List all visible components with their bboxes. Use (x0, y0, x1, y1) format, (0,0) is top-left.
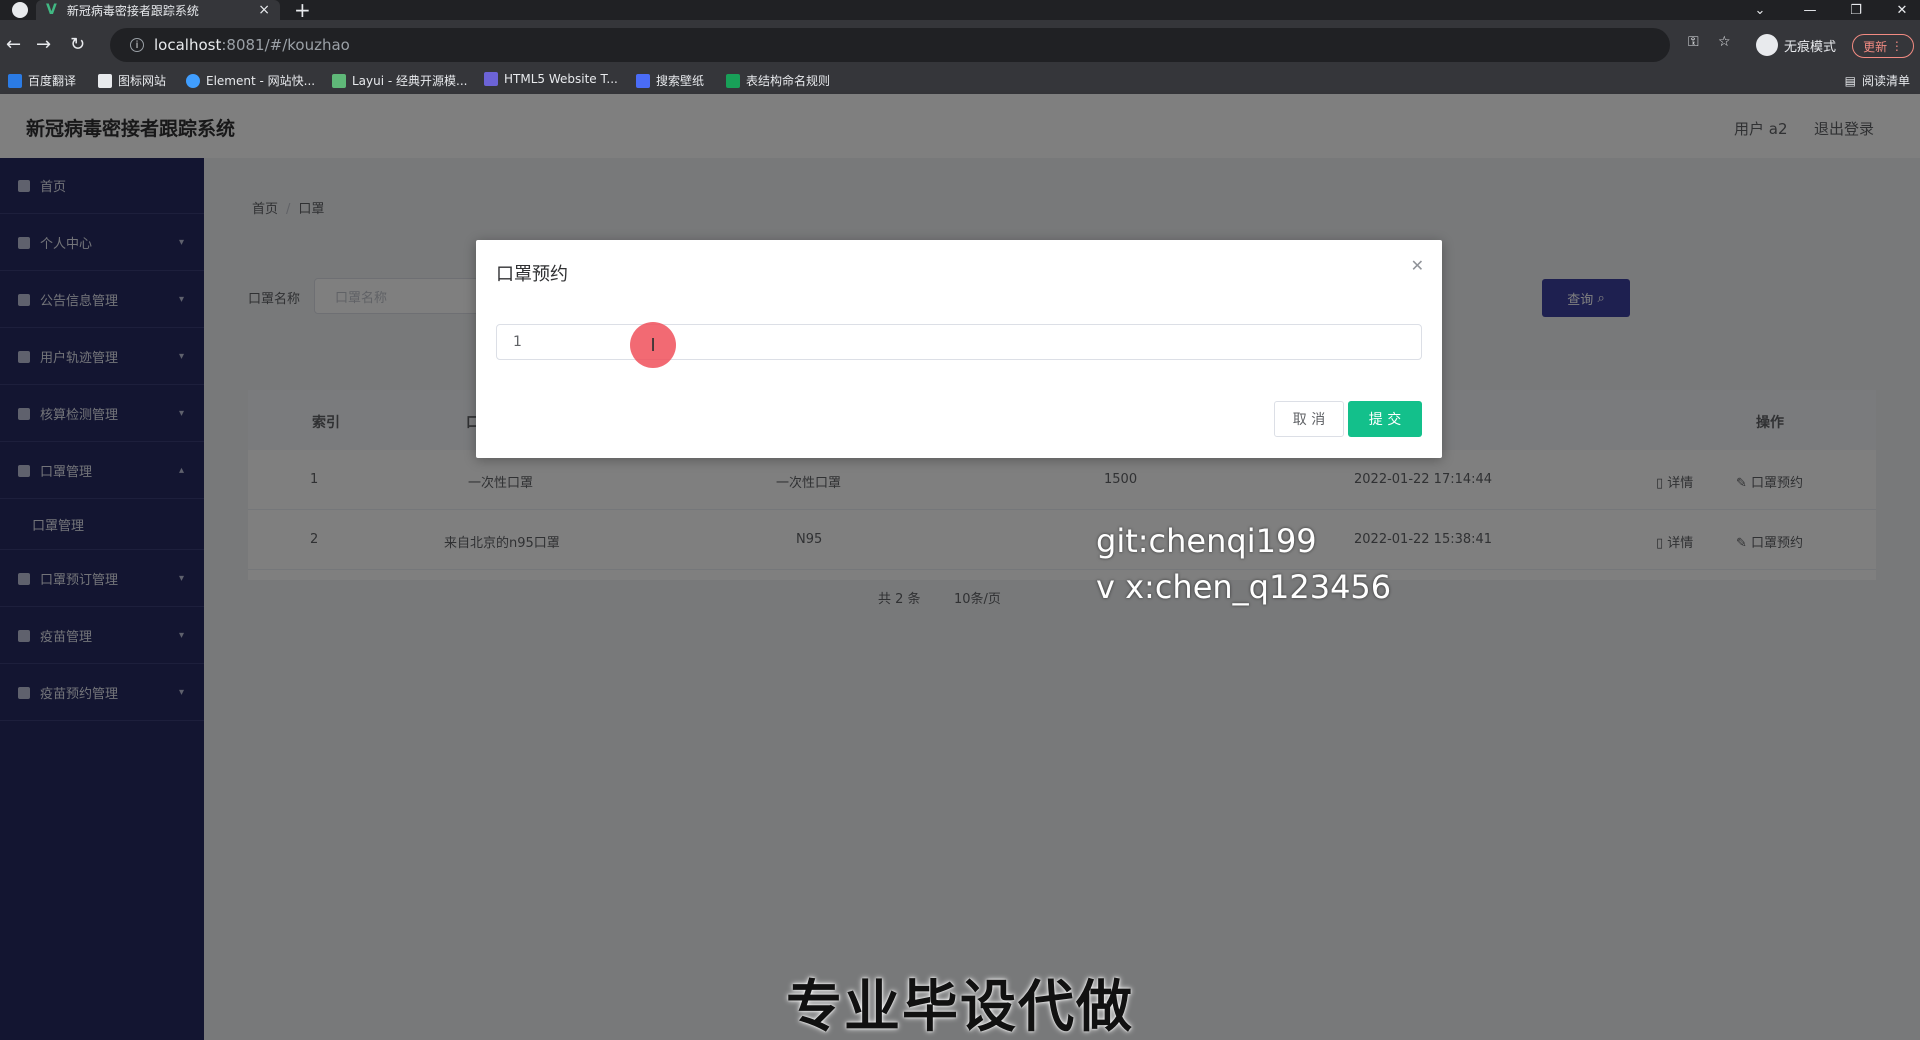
modal-overlay[interactable] (0, 94, 1920, 1040)
update-label: 更新 (1863, 39, 1888, 54)
key-icon[interactable]: ⚿ (1688, 34, 1699, 50)
url-host: localhost (154, 36, 222, 54)
back-icon[interactable]: ← (6, 34, 21, 55)
browser-tab[interactable]: V 新冠病毒密接者跟踪系统 × (36, 0, 280, 20)
url-field[interactable]: i localhost:8081/#/kouzhao (110, 28, 1670, 62)
cancel-label: 取 消 (1292, 412, 1326, 428)
video-caption: 专业毕设代做 (786, 975, 1134, 1040)
url-path: :8081/#/kouzhao (221, 36, 350, 54)
click-indicator: I (630, 322, 676, 368)
baidu-translate-icon (8, 73, 22, 88)
browser-tab-title: 新冠病毒密接者跟踪系统 (66, 3, 199, 18)
new-tab-button[interactable]: + (294, 0, 311, 22)
bookmark-baidu-translate[interactable]: 百度翻译 (8, 72, 76, 89)
submit-label: 提 交 (1368, 412, 1402, 428)
cancel-button[interactable]: 取 消 (1274, 401, 1344, 437)
restore-button[interactable]: ❐ (1836, 0, 1876, 20)
reading-list-label: 阅读清单 (1861, 74, 1910, 88)
reading-list[interactable]: ▤ 阅读清单 (1845, 72, 1910, 89)
sheet-icon (726, 73, 740, 88)
close-icon[interactable]: ✕ (1411, 256, 1424, 275)
bookmark-label: 表结构命名规则 (746, 74, 831, 88)
site-info-icon[interactable]: i (130, 38, 144, 52)
submit-button[interactable]: 提 交 (1348, 401, 1422, 437)
flag-icon (98, 73, 112, 88)
bookmark-label: HTML5 Website T... (504, 72, 618, 86)
bookmark-label: Layui - 经典开源模... (352, 74, 468, 88)
reload-icon[interactable]: ↻ (70, 34, 85, 55)
reading-list-icon: ▤ (1844, 73, 1856, 88)
watermark-line-1: git:chenqi199 (1096, 522, 1317, 560)
element-icon (186, 73, 200, 88)
bookmark-label: 图标网站 (118, 74, 167, 88)
incognito-indicator[interactable]: 无痕模式 (1756, 34, 1836, 56)
forward-icon[interactable]: → (36, 34, 51, 55)
vue-favicon-icon: V (46, 2, 57, 18)
minimize-button[interactable]: — (1790, 0, 1830, 20)
bookmark-label: 搜索壁纸 (656, 74, 705, 88)
close-window-button[interactable]: ✕ (1882, 0, 1920, 20)
bookmark-layui[interactable]: Layui - 经典开源模... (332, 72, 467, 89)
tab-search-icon[interactable]: ⌄ (1740, 0, 1780, 20)
bookmark-star-icon[interactable]: ☆ (1718, 34, 1731, 50)
close-tab-icon[interactable]: × (258, 2, 270, 18)
html5-icon (484, 72, 498, 86)
bookmark-label: Element - 网站快... (206, 74, 316, 88)
bookmark-icon-site[interactable]: 图标网站 (98, 72, 166, 89)
dialog-title: 口罩预约 (496, 264, 568, 285)
incognito-icon (1756, 34, 1778, 56)
bookmark-naming-rules[interactable]: 表结构命名规则 (726, 72, 830, 89)
bookmarks-bar: 百度翻译 图标网站 Element - 网站快... Layui - 经典开源模… (0, 66, 1920, 94)
incognito-label: 无痕模式 (1784, 39, 1837, 55)
watermark-line-2: v x:chen_q123456 (1096, 568, 1392, 606)
bookmark-wallpaper[interactable]: 搜索壁纸 (636, 72, 704, 89)
mask-reservation-dialog: 口罩预约 ✕ 取 消 提 交 (476, 240, 1442, 458)
bookmark-html5[interactable]: HTML5 Website T... (484, 72, 618, 86)
bookmark-label: 百度翻译 (28, 74, 77, 88)
text-cursor-icon: I (650, 334, 656, 356)
layui-icon (332, 73, 346, 88)
wallpaper-icon (636, 73, 650, 88)
bookmark-element[interactable]: Element - 网站快... (186, 72, 315, 89)
browser-tab-bar: V 新冠病毒密接者跟踪系统 × + ⌄ — ❐ ✕ (0, 0, 1920, 22)
update-button[interactable]: 更新 ⋮ (1852, 34, 1914, 58)
browser-logo-icon (12, 2, 28, 18)
